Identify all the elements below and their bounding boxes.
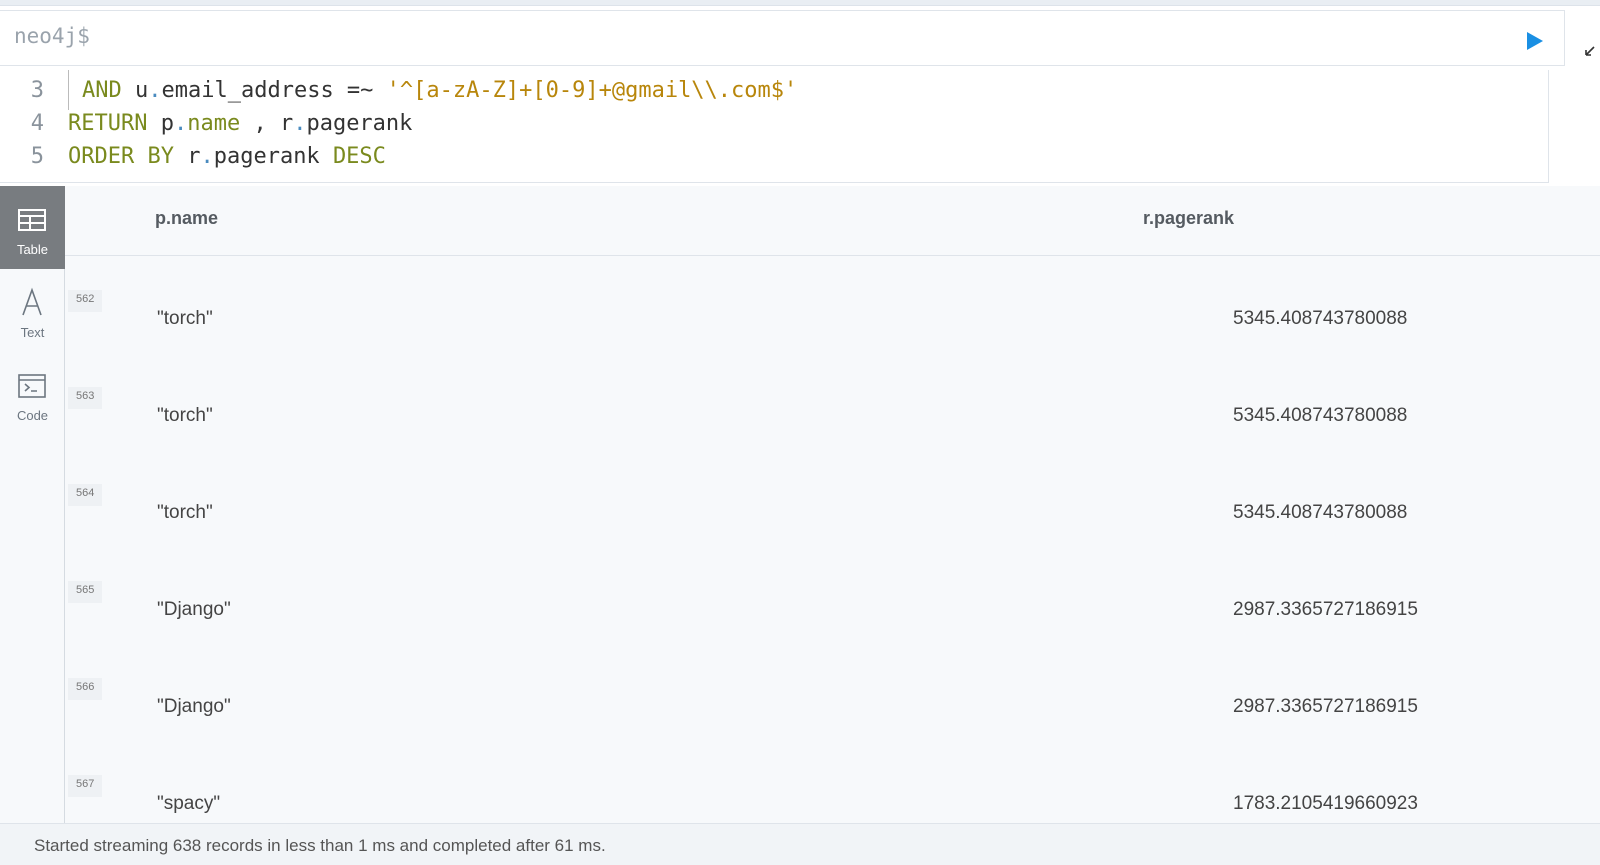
table-header: p.name r.pagerank <box>65 186 1600 256</box>
code-token: . <box>200 144 214 169</box>
code-token: email_address =~ <box>161 78 387 103</box>
code-token: RETURN <box>68 111 148 136</box>
row-number: 566 <box>68 678 102 700</box>
row-number: 564 <box>68 484 102 506</box>
code-token: pagerank <box>306 111 413 136</box>
expand-icon[interactable] <box>1584 39 1600 57</box>
cell-pagerank: 2987.3365727186915 <box>1233 696 1418 717</box>
code-token: name <box>187 111 241 136</box>
table-row[interactable]: 566 "Django" 2987.3365727186915 <box>65 674 1600 774</box>
cell-name: "Django" <box>157 599 231 620</box>
code-token: . <box>293 111 307 136</box>
code-token: DESC <box>332 144 386 169</box>
cell-pagerank: 5345.408743780088 <box>1233 502 1408 523</box>
cell-pagerank: 2987.3365727186915 <box>1233 599 1418 620</box>
table-row[interactable]: 567 "spacy" 1783.2105419660923 <box>65 771 1600 823</box>
code-token: ORDER BY <box>68 144 174 169</box>
status-bar: Started streaming 638 records in less th… <box>0 823 1600 865</box>
cell-name: "spacy" <box>157 793 221 814</box>
cell-name: "torch" <box>157 308 213 329</box>
top-divider <box>0 0 1600 6</box>
table-row-partial <box>65 256 1600 290</box>
code-token: . <box>148 78 162 103</box>
code-panel[interactable]: 3 AND u.email_address =~ '^[a-zA-Z]+[0-9]… <box>0 70 1549 183</box>
cell-pagerank: 5345.408743780088 <box>1233 405 1408 426</box>
code-line: 5 ORDER BY r.pagerank DESC <box>0 144 1540 177</box>
view-text-button[interactable]: Text <box>0 269 65 352</box>
code-text: AND u.email_address =~ '^[a-zA-Z]+[0-9]+… <box>82 78 797 103</box>
cell-name: "torch" <box>157 502 213 523</box>
code-token: p <box>147 111 174 136</box>
view-text-label: Text <box>20 325 45 340</box>
code-token: . <box>173 111 188 136</box>
results-table: p.name r.pagerank 562 "torch" 5345.4087437… <box>65 186 1600 823</box>
cell-pagerank: 5345.408743780088 <box>1233 308 1408 329</box>
view-table-button[interactable]: Table <box>0 186 65 269</box>
table-icon <box>18 209 46 231</box>
code-text: RETURN p.name , r.pagerank <box>68 111 412 136</box>
line-number: 4 <box>30 111 44 136</box>
editor-prompt: neo4j$ <box>14 24 90 48</box>
view-code-button[interactable]: Code <box>0 352 65 435</box>
table-row[interactable]: 565 "Django" 2987.3365727186915 <box>65 577 1600 677</box>
row-number: 567 <box>68 775 102 797</box>
code-token: u <box>121 78 149 103</box>
cell-name: "Django" <box>157 696 231 717</box>
view-table-label: Table <box>16 242 49 257</box>
code-token: pagerank <box>213 144 333 169</box>
table-row[interactable]: 564 "torch" 5345.408743780088 <box>65 480 1600 580</box>
line-number: 3 <box>30 78 44 103</box>
cell-name: "torch" <box>157 405 213 426</box>
column-header-name[interactable]: p.name <box>155 208 218 229</box>
line-number: 5 <box>30 144 44 169</box>
text-icon <box>22 287 42 316</box>
code-line: 4 RETURN p.name , r.pagerank <box>0 111 1540 144</box>
code-token: , r <box>240 111 294 136</box>
cell-pagerank: 1783.2105419660923 <box>1233 793 1418 814</box>
table-row[interactable]: 563 "torch" 5345.408743780088 <box>65 383 1600 483</box>
code-token: AND <box>82 78 122 103</box>
code-token: r <box>173 144 201 169</box>
code-token: '^[a-zA-Z]+[0-9]+@gmail\\.com$' <box>386 78 798 103</box>
code-icon <box>18 374 46 398</box>
code-line: 3 AND u.email_address =~ '^[a-zA-Z]+[0-9]… <box>0 78 1540 111</box>
code-text: ORDER BY r.pagerank DESC <box>68 144 386 169</box>
view-code-label: Code <box>16 408 49 423</box>
play-icon[interactable] <box>1523 30 1545 52</box>
row-number: 565 <box>68 581 102 603</box>
status-text: Started streaming 638 records in less th… <box>34 836 606 855</box>
column-header-pagerank[interactable]: r.pagerank <box>1143 208 1234 229</box>
query-editor-bar[interactable]: neo4j$ <box>0 10 1595 66</box>
table-row[interactable]: 562 "torch" 5345.408743780088 <box>65 286 1600 386</box>
row-number: 562 <box>68 290 102 312</box>
row-number: 563 <box>68 387 102 409</box>
view-sidebar: Table Text Code <box>0 186 65 823</box>
